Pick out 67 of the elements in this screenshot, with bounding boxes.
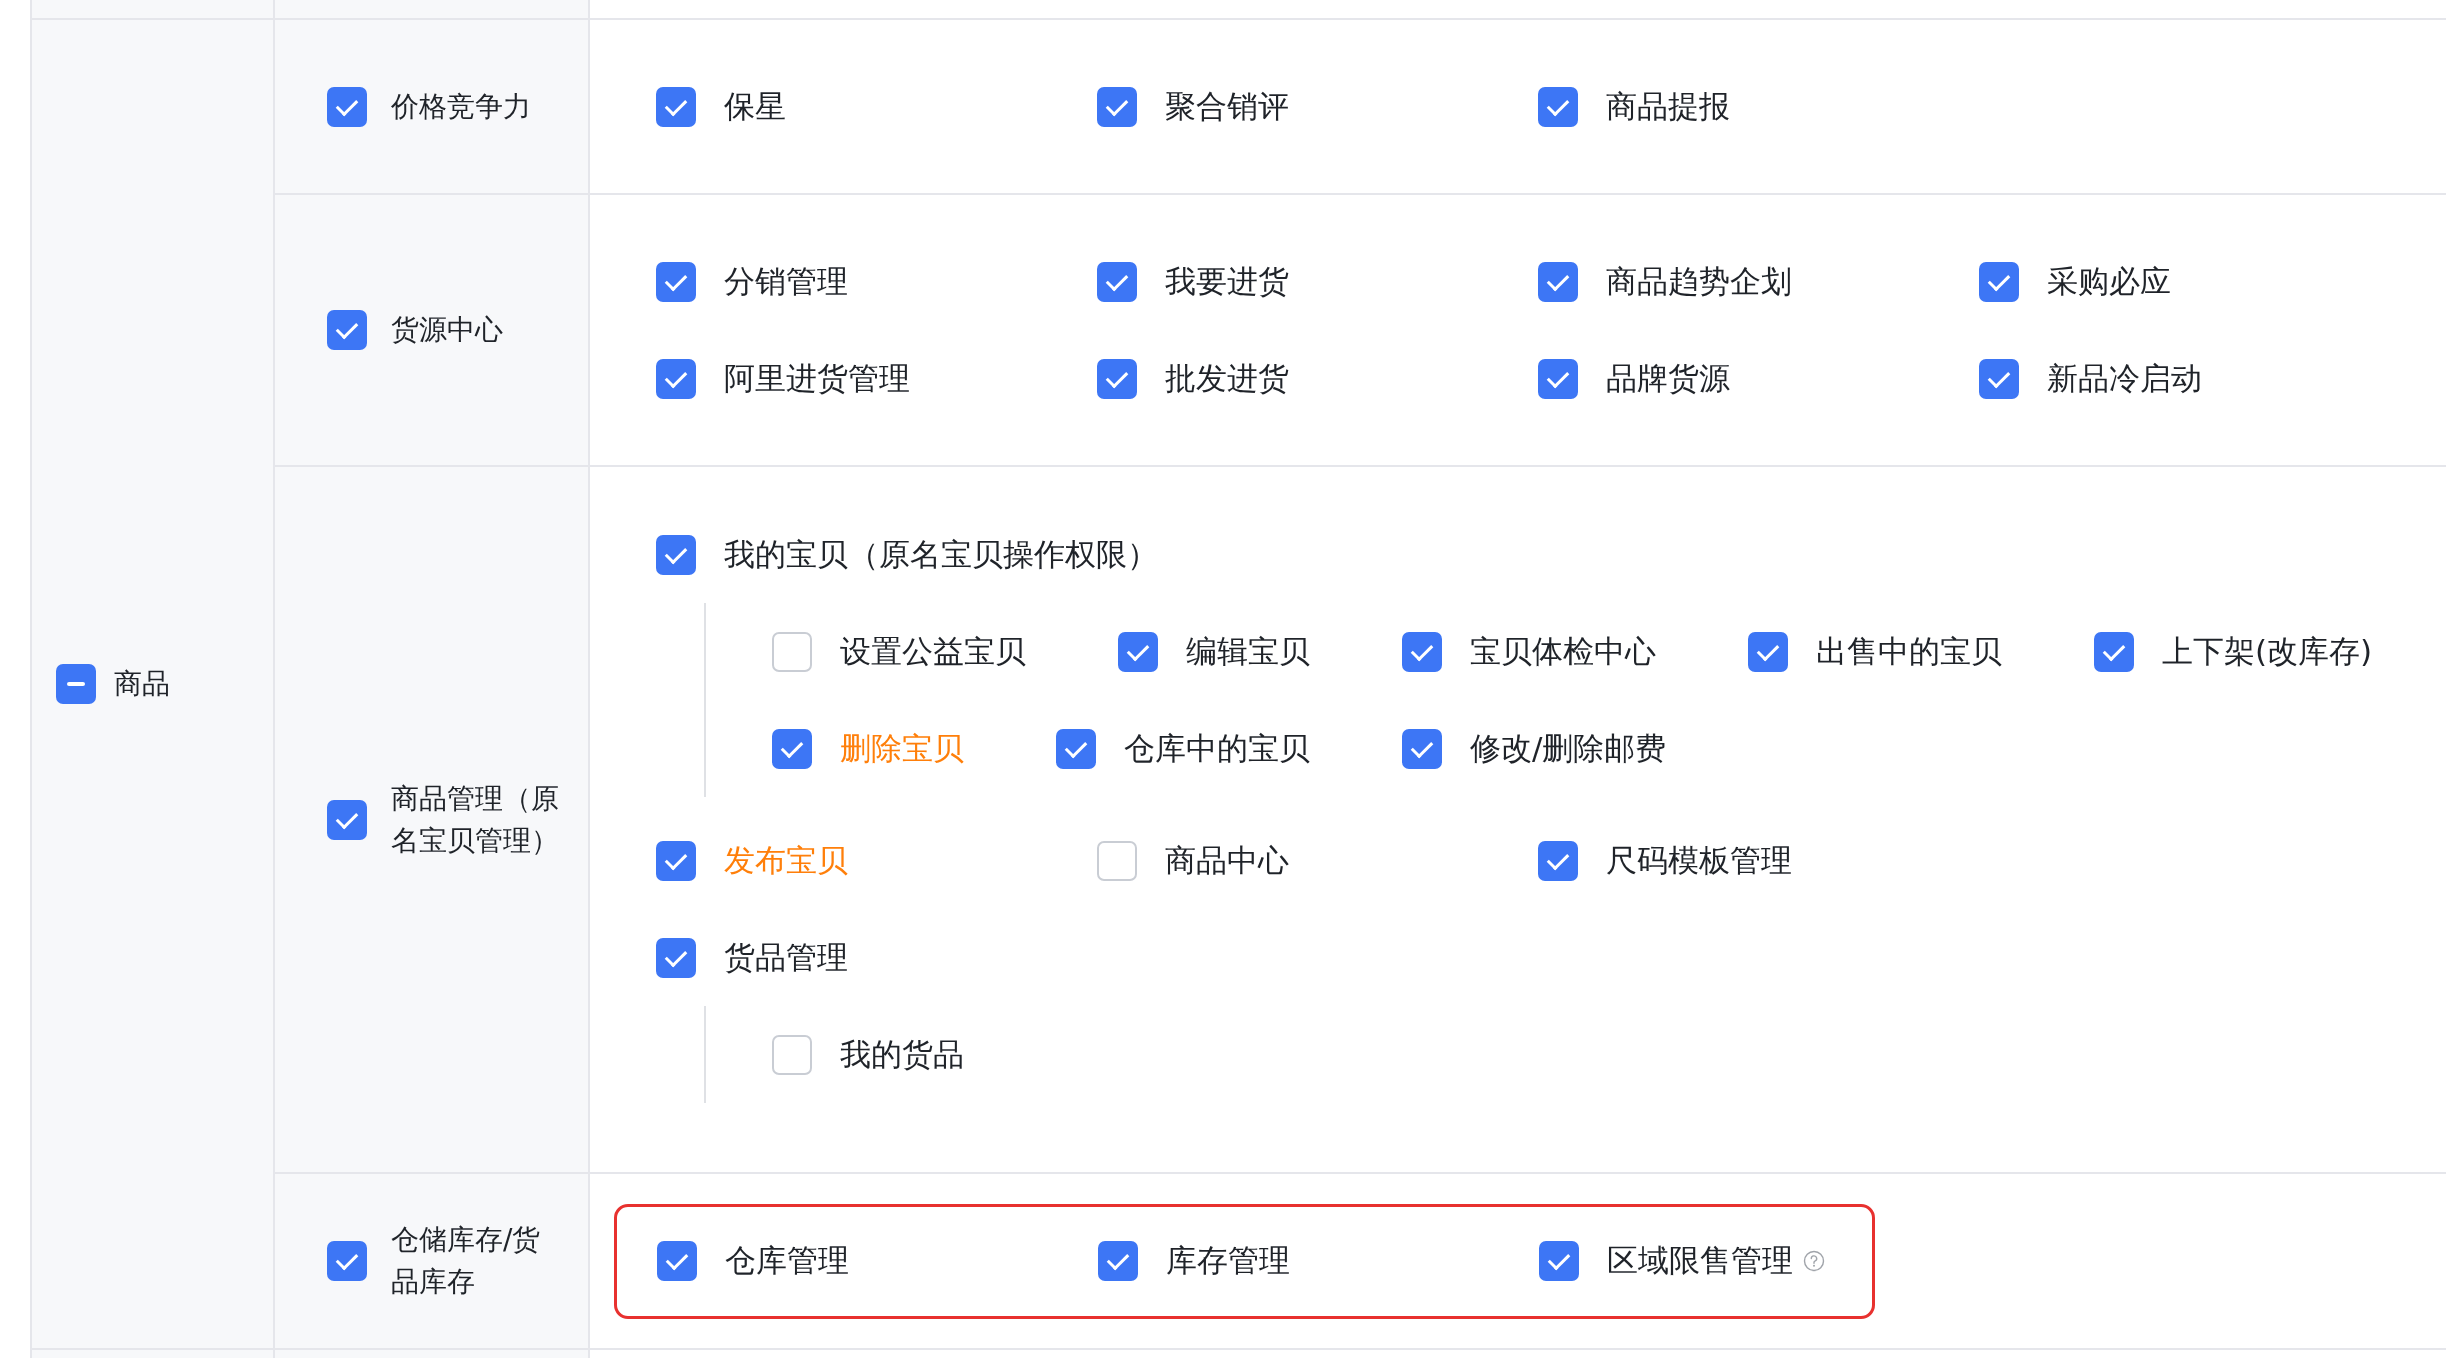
checkbox[interactable] <box>2094 631 2134 672</box>
permission-label: 上下架(改库存) <box>2162 631 2373 671</box>
permission-label: 货品管理 <box>724 937 848 977</box>
checkbox[interactable] <box>1097 358 1137 399</box>
checkbox[interactable] <box>327 1241 367 1281</box>
checkbox[interactable] <box>1538 86 1578 127</box>
checkbox[interactable] <box>1097 840 1137 881</box>
permission-label: 我要进货 <box>1165 261 1289 301</box>
checkbox[interactable] <box>327 310 367 350</box>
checkbox[interactable] <box>1748 631 1788 672</box>
checkbox[interactable] <box>1539 1241 1579 1281</box>
checkbox[interactable] <box>1979 261 2019 302</box>
checkbox[interactable] <box>1538 261 1578 302</box>
permission-label: 采购必应 <box>2047 261 2171 301</box>
permission-label: 库存管理 <box>1166 1241 1290 1280</box>
checkbox[interactable] <box>327 799 367 840</box>
permission-label: 尺码模板管理 <box>1606 840 1792 880</box>
permission-label: 阿里进货管理 <box>724 358 910 398</box>
group-label: 商品管理（原名宝贝管理） <box>391 780 560 859</box>
checkbox[interactable] <box>327 86 367 127</box>
checkbox[interactable] <box>1118 631 1158 672</box>
permission-label: 新品冷启动 <box>2047 358 2202 398</box>
checkbox[interactable] <box>1402 728 1442 769</box>
category-label: 商品 <box>114 666 170 702</box>
permission-label: 保星 <box>724 86 786 126</box>
checkbox[interactable] <box>1402 631 1442 672</box>
checkbox[interactable] <box>772 728 812 769</box>
permission-label: 我的货品 <box>840 1034 964 1074</box>
permission-label: 出售中的宝贝 <box>1816 631 2002 671</box>
checkbox[interactable] <box>772 631 812 672</box>
checkbox[interactable] <box>656 358 696 399</box>
permission-label: 编辑宝贝 <box>1186 631 1310 671</box>
checkbox[interactable] <box>656 86 696 127</box>
checkbox[interactable] <box>1538 358 1578 399</box>
checkbox[interactable] <box>1097 86 1137 127</box>
group-label: 价格竞争力 <box>391 88 531 125</box>
group-label: 货源中心 <box>391 312 503 348</box>
checkbox[interactable] <box>1056 728 1096 769</box>
checkbox[interactable] <box>1098 1241 1138 1281</box>
checkbox[interactable] <box>1097 261 1137 302</box>
permission-label: 仓库管理 <box>725 1241 849 1280</box>
checkbox[interactable] <box>656 261 696 302</box>
checkbox[interactable] <box>656 840 696 881</box>
permission-label: 修改/删除邮费 <box>1470 728 1667 768</box>
permission-label: 商品趋势企划 <box>1606 261 1792 301</box>
permission-label: 删除宝贝 <box>840 728 964 768</box>
checkbox[interactable] <box>772 1034 812 1075</box>
permission-label: 批发进货 <box>1165 358 1289 398</box>
permission-label: 仓库中的宝贝 <box>1124 728 1310 768</box>
permission-label: 商品中心 <box>1165 840 1289 880</box>
permission-label: 发布宝贝 <box>724 840 848 880</box>
checkbox[interactable] <box>1538 840 1578 881</box>
permission-label: 宝贝体检中心 <box>1470 631 1656 671</box>
group-label: 仓储库存/货品库存 <box>391 1222 542 1300</box>
permission-label: 我的宝贝（原名宝贝操作权限） <box>724 534 1158 574</box>
permission-label: 聚合销评 <box>1165 86 1289 126</box>
checkbox[interactable] <box>1979 358 2019 399</box>
help-icon[interactable] <box>1803 1250 1825 1272</box>
permission-label: 设置公益宝贝 <box>840 631 1026 671</box>
checkbox[interactable] <box>656 534 696 575</box>
permission-label: 品牌货源 <box>1606 358 1730 398</box>
permission-label: 分销管理 <box>724 261 848 301</box>
permission-label: 商品提报 <box>1606 86 1730 126</box>
checkbox[interactable] <box>656 937 696 978</box>
permission-label: 区域限售管理 <box>1607 1241 1793 1280</box>
checkbox[interactable] <box>56 664 96 704</box>
checkbox[interactable] <box>657 1241 697 1281</box>
